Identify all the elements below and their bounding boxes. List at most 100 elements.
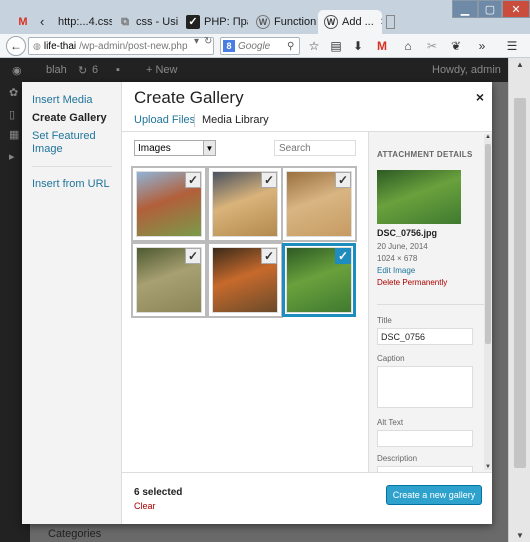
scroll-down-icon[interactable]: ▼ xyxy=(509,531,530,540)
attachment-thumbnail[interactable]: ✓ xyxy=(136,171,202,237)
close-window-button[interactable]: ✕ xyxy=(502,0,530,18)
categories-heading: Categories xyxy=(48,528,102,540)
attachment-details-sidebar: ATTACHMENT DETAILS DSC_0756.jpg 20 June,… xyxy=(368,132,492,472)
comments-icon[interactable]: ▪ xyxy=(116,64,120,76)
site-name[interactable]: blah xyxy=(46,64,67,76)
caption-field[interactable] xyxy=(377,366,473,408)
gmail-tab[interactable]: M xyxy=(14,10,34,34)
search-engine-icon[interactable]: 8 xyxy=(223,40,235,52)
url-host: life-thai xyxy=(43,40,77,52)
search-bar[interactable]: 8 ⚲ xyxy=(220,37,300,55)
tab-scroll-left-icon[interactable]: ‹ xyxy=(40,14,44,29)
alt-text-label: Alt Text xyxy=(377,418,404,427)
home-icon[interactable]: ⌂ xyxy=(400,38,416,54)
details-divider xyxy=(377,304,485,305)
scroll-up-icon[interactable]: ▲ xyxy=(509,60,530,69)
stackoverflow-icon: ⧉ xyxy=(121,16,129,28)
tab-function[interactable]: W Function ... xyxy=(250,10,316,34)
tab-label: css - Usin... xyxy=(136,16,178,28)
check-icon[interactable]: ✓ xyxy=(261,248,277,264)
attachment-thumbnail[interactable]: ✓ xyxy=(212,247,278,313)
reading-list-icon[interactable]: ▤ xyxy=(328,38,344,54)
star-icon[interactable]: ☆ xyxy=(306,38,322,54)
scrollbar-thumb[interactable] xyxy=(485,144,491,344)
pages-icon[interactable]: ▯ xyxy=(9,108,21,121)
url-bar[interactable]: ◍ life-thai/wp-admin/post-new.php xyxy=(28,37,214,55)
appearance-icon[interactable]: ▸ xyxy=(9,150,21,163)
check-icon[interactable]: ✓ xyxy=(185,172,201,188)
media-icon[interactable]: ✿ xyxy=(9,86,21,99)
maximize-button[interactable]: ▢ xyxy=(478,0,502,18)
attachment-thumbnail[interactable]: ✓ xyxy=(286,171,352,237)
close-icon[interactable]: × xyxy=(476,89,484,105)
url-path: /wp-admin/post-new.php xyxy=(79,40,188,52)
addon-icon[interactable]: ❦ xyxy=(448,38,464,54)
tab-partial[interactable] xyxy=(384,10,398,34)
menu-insert-media[interactable]: Insert Media xyxy=(32,94,93,107)
create-gallery-button[interactable]: Create a new gallery xyxy=(386,485,482,505)
menu-set-featured-image[interactable]: Set Featured Image xyxy=(32,130,102,156)
globe-icon: ◍ xyxy=(33,40,41,51)
caption-label: Caption xyxy=(377,354,405,363)
reload-icon[interactable]: ↻ xyxy=(204,36,212,47)
tab-label: Function ... xyxy=(274,16,316,28)
media-menu: Insert Media Create Gallery Set Featured… xyxy=(22,82,122,524)
search-icon[interactable]: ⚲ xyxy=(287,41,294,52)
tools-icon[interactable]: ✂ xyxy=(424,38,440,54)
filter-selected-value: Images xyxy=(138,142,171,154)
gmail-toolbar-icon[interactable]: M xyxy=(374,38,390,54)
chevron-down-icon[interactable]: ▼ xyxy=(203,141,215,155)
updates-icon[interactable]: ↻ xyxy=(78,64,87,77)
media-type-filter[interactable]: Images ▼ xyxy=(134,140,216,156)
check-icon[interactable]: ✓ xyxy=(185,248,201,264)
download-icon[interactable]: ⬇ xyxy=(350,38,366,54)
page-icon xyxy=(386,15,395,29)
minimize-button[interactable]: ▁ xyxy=(452,0,478,18)
howdy-user[interactable]: Howdy, admin xyxy=(432,64,501,76)
scroll-down-icon[interactable]: ▼ xyxy=(484,464,492,470)
check-icon[interactable]: ✓ xyxy=(335,248,351,264)
comments-menu-icon[interactable]: ▦ xyxy=(9,128,21,141)
media-toolbar-bottom: 6 selected Clear Create a new gallery xyxy=(122,472,492,524)
tab-add-post[interactable]: W Add ... ✕ xyxy=(318,10,382,34)
menu-icon[interactable]: ☰ xyxy=(504,38,520,54)
alt-text-field[interactable] xyxy=(377,430,473,447)
tab-upload-files[interactable]: Upload Files xyxy=(134,114,195,126)
new-content[interactable]: + New xyxy=(146,64,178,76)
edit-image-link[interactable]: Edit Image xyxy=(377,266,415,275)
menu-create-gallery[interactable]: Create Gallery xyxy=(32,112,107,125)
attachment-details-heading: ATTACHMENT DETAILS xyxy=(377,150,473,159)
title-field[interactable] xyxy=(377,328,473,345)
attachment-thumbnail[interactable]: ✓ xyxy=(212,171,278,237)
tab-css-file[interactable]: http:...4.css xyxy=(52,10,112,34)
browser-tab-strip: M ‹ http:...4.css ⧉ css - Usin... ✓ PHP:… xyxy=(0,0,530,34)
wp-logo-icon[interactable]: ◉ xyxy=(12,64,22,77)
check-icon[interactable]: ✓ xyxy=(335,172,351,188)
clear-selection-link[interactable]: Clear xyxy=(134,501,156,511)
sidebar-scrollbar[interactable]: ▲ ▼ xyxy=(484,134,492,470)
window-scrollbar[interactable]: ▲ ▼ xyxy=(508,58,530,542)
media-search-input[interactable] xyxy=(274,140,356,156)
tab-label: http:...4.css xyxy=(58,16,112,28)
check-icon[interactable]: ✓ xyxy=(261,172,277,188)
tab-label: Add ... xyxy=(342,16,374,28)
tab-stackoverflow[interactable]: ⧉ css - Usin... xyxy=(112,10,178,34)
selection-count: 6 selected xyxy=(134,487,183,498)
menu-insert-from-url[interactable]: Insert from URL xyxy=(32,178,110,191)
tab-php[interactable]: ✓ PHP: Пра... xyxy=(180,10,248,34)
dropdown-icon[interactable]: ▾ xyxy=(194,36,199,47)
search-input[interactable] xyxy=(238,40,284,52)
php-icon: ✓ xyxy=(186,15,200,29)
updates-count[interactable]: 6 xyxy=(92,64,98,76)
overflow-icon[interactable]: » xyxy=(474,38,490,54)
window-scrollbar-thumb[interactable] xyxy=(514,98,526,468)
media-modal: Insert Media Create Gallery Set Featured… xyxy=(22,82,492,524)
close-tab-icon[interactable]: ✕ xyxy=(380,17,382,28)
back-button[interactable]: ← xyxy=(6,36,26,56)
tab-media-library[interactable]: Media Library xyxy=(202,114,269,126)
wordpress-icon: W xyxy=(256,15,270,29)
attachment-thumbnail[interactable]: ✓ xyxy=(136,247,202,313)
attachment-thumbnail-active[interactable]: ✓ xyxy=(286,247,352,313)
scroll-up-icon[interactable]: ▲ xyxy=(484,134,492,140)
delete-permanently-link[interactable]: Delete Permanently xyxy=(377,278,447,287)
